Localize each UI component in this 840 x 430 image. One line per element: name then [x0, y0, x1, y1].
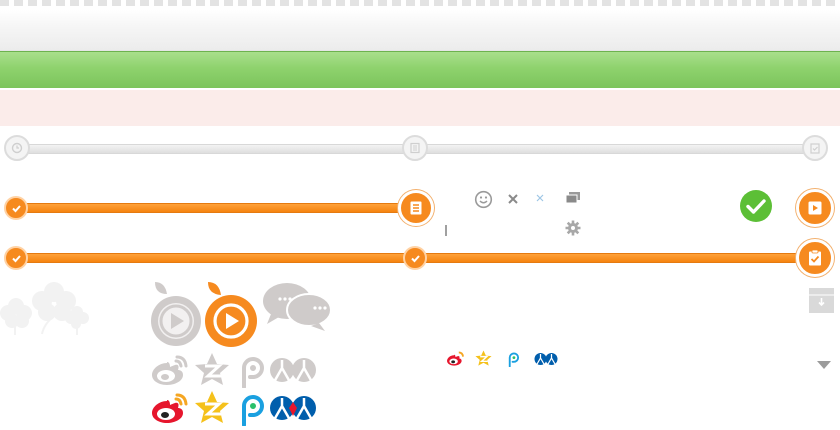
dropdown-arrow-icon[interactable]	[817, 361, 831, 370]
step-node-inactive-2[interactable]	[402, 135, 428, 161]
success-check-icon	[739, 189, 773, 223]
chat-bubbles-icon[interactable]	[261, 281, 333, 331]
play-button-icon[interactable]	[148, 279, 206, 349]
clock-icon	[11, 142, 23, 154]
qzone-icon[interactable]	[194, 352, 230, 388]
weibo-icon[interactable]	[446, 351, 465, 367]
smiley-icon[interactable]	[474, 190, 493, 209]
renren-icon[interactable]	[269, 392, 317, 424]
check-icon	[11, 203, 22, 214]
step-node-done-1[interactable]	[4, 196, 28, 220]
step-node-full-1[interactable]	[4, 246, 28, 270]
window-stack-icon[interactable]	[564, 191, 582, 205]
pengyou-icon[interactable]	[236, 392, 266, 426]
step-node-inactive-1[interactable]	[4, 135, 30, 161]
gear-icon[interactable]	[564, 219, 582, 237]
green-gradient-bar	[0, 51, 840, 88]
text-cursor-caret	[445, 225, 447, 236]
close-icon[interactable]	[507, 193, 519, 205]
step-node-final[interactable]	[796, 239, 834, 277]
clipboard-icon	[809, 142, 821, 154]
renren-icon[interactable]	[534, 351, 558, 367]
video-doc-button[interactable]	[796, 189, 834, 227]
list-icon	[409, 142, 421, 154]
step-node-current[interactable]	[398, 190, 434, 226]
archive-box-icon[interactable]	[809, 288, 834, 313]
play-button-icon[interactable]	[202, 279, 262, 349]
progress-track-half	[10, 203, 417, 213]
renren-icon[interactable]	[269, 354, 317, 386]
weibo-icon[interactable]	[150, 392, 190, 426]
pink-highlight-bar	[0, 90, 840, 126]
check-icon	[11, 253, 22, 264]
qzone-icon[interactable]	[475, 350, 492, 367]
pengyou-icon[interactable]	[236, 354, 266, 388]
small-close-icon[interactable]	[536, 194, 544, 202]
list-icon	[408, 200, 424, 216]
pengyou-icon[interactable]	[506, 351, 520, 367]
flower-decoration-icon	[0, 280, 92, 335]
step-node-full-2[interactable]	[403, 246, 427, 270]
qzone-icon[interactable]	[194, 390, 230, 426]
step-node-inactive-3[interactable]	[802, 135, 828, 161]
dashed-top-border	[0, 0, 840, 6]
weibo-icon[interactable]	[150, 354, 190, 388]
gray-gradient-bar	[0, 10, 840, 51]
check-icon	[410, 253, 421, 264]
clipboard-check-icon	[806, 249, 824, 267]
video-doc-icon	[806, 199, 824, 217]
